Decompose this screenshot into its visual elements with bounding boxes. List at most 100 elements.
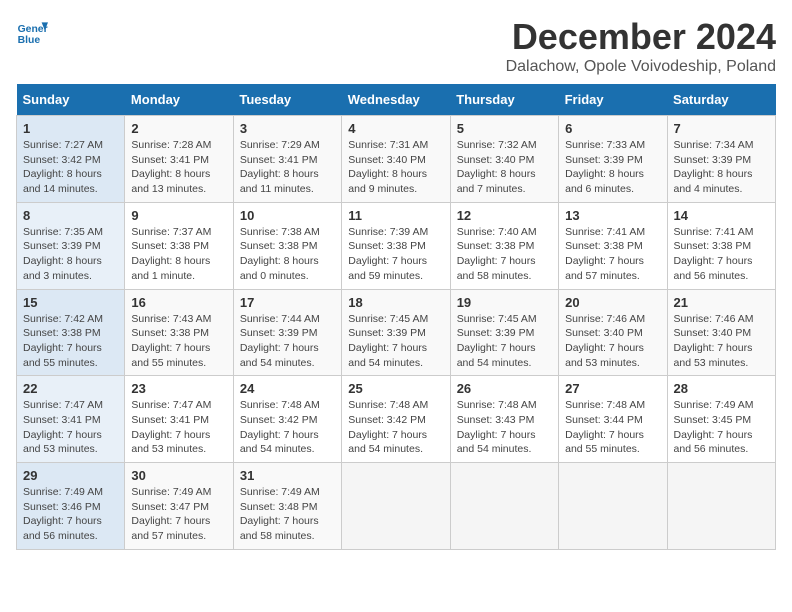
day-number: 14 [674,208,769,223]
day-number: 4 [348,121,443,136]
day-of-week-wednesday: Wednesday [342,84,450,116]
day-number: 25 [348,381,443,396]
calendar-week-5: 29 Sunrise: 7:49 AM Sunset: 3:46 PM Dayl… [17,463,776,550]
calendar-cell: 3 Sunrise: 7:29 AM Sunset: 3:41 PM Dayli… [233,116,341,203]
calendar-cell: 26 Sunrise: 7:48 AM Sunset: 3:43 PM Dayl… [450,376,558,463]
calendar-cell: 11 Sunrise: 7:39 AM Sunset: 3:38 PM Dayl… [342,202,450,289]
day-number: 12 [457,208,552,223]
svg-text:Blue: Blue [18,35,41,46]
day-number: 11 [348,208,443,223]
day-number: 6 [565,121,660,136]
day-detail: Sunrise: 7:48 AM Sunset: 3:42 PM Dayligh… [240,398,335,457]
calendar-cell: 27 Sunrise: 7:48 AM Sunset: 3:44 PM Dayl… [559,376,667,463]
logo: General Blue [16,16,48,48]
day-detail: Sunrise: 7:49 AM Sunset: 3:48 PM Dayligh… [240,485,335,544]
calendar-cell [559,463,667,550]
calendar-cell: 21 Sunrise: 7:46 AM Sunset: 3:40 PM Dayl… [667,289,775,376]
day-of-week-friday: Friday [559,84,667,116]
day-number: 1 [23,121,118,136]
calendar-cell: 28 Sunrise: 7:49 AM Sunset: 3:45 PM Dayl… [667,376,775,463]
day-detail: Sunrise: 7:44 AM Sunset: 3:39 PM Dayligh… [240,312,335,371]
calendar-body: 1 Sunrise: 7:27 AM Sunset: 3:42 PM Dayli… [17,116,776,550]
day-number: 23 [131,381,226,396]
day-number: 16 [131,295,226,310]
day-number: 22 [23,381,118,396]
day-detail: Sunrise: 7:41 AM Sunset: 3:38 PM Dayligh… [674,225,769,284]
calendar-cell: 23 Sunrise: 7:47 AM Sunset: 3:41 PM Dayl… [125,376,233,463]
calendar-cell: 30 Sunrise: 7:49 AM Sunset: 3:47 PM Dayl… [125,463,233,550]
day-detail: Sunrise: 7:37 AM Sunset: 3:38 PM Dayligh… [131,225,226,284]
day-detail: Sunrise: 7:48 AM Sunset: 3:42 PM Dayligh… [348,398,443,457]
day-of-week-tuesday: Tuesday [233,84,341,116]
calendar-cell: 8 Sunrise: 7:35 AM Sunset: 3:39 PM Dayli… [17,202,125,289]
calendar-cell: 13 Sunrise: 7:41 AM Sunset: 3:38 PM Dayl… [559,202,667,289]
logo-icon: General Blue [16,16,48,48]
calendar-cell: 25 Sunrise: 7:48 AM Sunset: 3:42 PM Dayl… [342,376,450,463]
calendar-cell: 12 Sunrise: 7:40 AM Sunset: 3:38 PM Dayl… [450,202,558,289]
days-of-week-row: SundayMondayTuesdayWednesdayThursdayFrid… [17,84,776,116]
calendar-cell: 18 Sunrise: 7:45 AM Sunset: 3:39 PM Dayl… [342,289,450,376]
calendar-cell [450,463,558,550]
calendar-cell [342,463,450,550]
day-number: 8 [23,208,118,223]
calendar-table: SundayMondayTuesdayWednesdayThursdayFrid… [16,84,776,550]
day-detail: Sunrise: 7:49 AM Sunset: 3:45 PM Dayligh… [674,398,769,457]
day-detail: Sunrise: 7:31 AM Sunset: 3:40 PM Dayligh… [348,138,443,197]
day-number: 13 [565,208,660,223]
day-number: 18 [348,295,443,310]
location-subtitle: Dalachow, Opole Voivodeship, Poland [506,58,776,76]
day-detail: Sunrise: 7:33 AM Sunset: 3:39 PM Dayligh… [565,138,660,197]
day-number: 17 [240,295,335,310]
header: General Blue December 2024 Dalachow, Opo… [16,16,776,76]
calendar-cell: 17 Sunrise: 7:44 AM Sunset: 3:39 PM Dayl… [233,289,341,376]
day-detail: Sunrise: 7:39 AM Sunset: 3:38 PM Dayligh… [348,225,443,284]
day-detail: Sunrise: 7:48 AM Sunset: 3:44 PM Dayligh… [565,398,660,457]
day-number: 21 [674,295,769,310]
day-detail: Sunrise: 7:46 AM Sunset: 3:40 PM Dayligh… [565,312,660,371]
day-of-week-sunday: Sunday [17,84,125,116]
calendar-cell: 4 Sunrise: 7:31 AM Sunset: 3:40 PM Dayli… [342,116,450,203]
calendar-cell: 31 Sunrise: 7:49 AM Sunset: 3:48 PM Dayl… [233,463,341,550]
day-number: 27 [565,381,660,396]
calendar-cell: 10 Sunrise: 7:38 AM Sunset: 3:38 PM Dayl… [233,202,341,289]
day-detail: Sunrise: 7:47 AM Sunset: 3:41 PM Dayligh… [131,398,226,457]
day-detail: Sunrise: 7:47 AM Sunset: 3:41 PM Dayligh… [23,398,118,457]
day-number: 2 [131,121,226,136]
day-number: 31 [240,468,335,483]
calendar-week-1: 1 Sunrise: 7:27 AM Sunset: 3:42 PM Dayli… [17,116,776,203]
day-detail: Sunrise: 7:34 AM Sunset: 3:39 PM Dayligh… [674,138,769,197]
day-number: 24 [240,381,335,396]
day-detail: Sunrise: 7:38 AM Sunset: 3:38 PM Dayligh… [240,225,335,284]
calendar-cell: 24 Sunrise: 7:48 AM Sunset: 3:42 PM Dayl… [233,376,341,463]
calendar-week-4: 22 Sunrise: 7:47 AM Sunset: 3:41 PM Dayl… [17,376,776,463]
day-of-week-saturday: Saturday [667,84,775,116]
calendar-cell [667,463,775,550]
calendar-cell: 14 Sunrise: 7:41 AM Sunset: 3:38 PM Dayl… [667,202,775,289]
calendar-cell: 29 Sunrise: 7:49 AM Sunset: 3:46 PM Dayl… [17,463,125,550]
day-number: 9 [131,208,226,223]
day-number: 26 [457,381,552,396]
month-title: December 2024 [506,16,776,58]
day-detail: Sunrise: 7:45 AM Sunset: 3:39 PM Dayligh… [457,312,552,371]
calendar-week-3: 15 Sunrise: 7:42 AM Sunset: 3:38 PM Dayl… [17,289,776,376]
day-detail: Sunrise: 7:40 AM Sunset: 3:38 PM Dayligh… [457,225,552,284]
day-of-week-thursday: Thursday [450,84,558,116]
day-number: 29 [23,468,118,483]
day-number: 15 [23,295,118,310]
day-number: 7 [674,121,769,136]
day-detail: Sunrise: 7:28 AM Sunset: 3:41 PM Dayligh… [131,138,226,197]
calendar-cell: 19 Sunrise: 7:45 AM Sunset: 3:39 PM Dayl… [450,289,558,376]
day-number: 5 [457,121,552,136]
day-detail: Sunrise: 7:48 AM Sunset: 3:43 PM Dayligh… [457,398,552,457]
day-detail: Sunrise: 7:42 AM Sunset: 3:38 PM Dayligh… [23,312,118,371]
day-detail: Sunrise: 7:27 AM Sunset: 3:42 PM Dayligh… [23,138,118,197]
day-detail: Sunrise: 7:32 AM Sunset: 3:40 PM Dayligh… [457,138,552,197]
day-of-week-monday: Monday [125,84,233,116]
day-number: 10 [240,208,335,223]
title-section: December 2024 Dalachow, Opole Voivodeshi… [506,16,776,76]
calendar-cell: 7 Sunrise: 7:34 AM Sunset: 3:39 PM Dayli… [667,116,775,203]
calendar-cell: 5 Sunrise: 7:32 AM Sunset: 3:40 PM Dayli… [450,116,558,203]
day-detail: Sunrise: 7:43 AM Sunset: 3:38 PM Dayligh… [131,312,226,371]
day-number: 20 [565,295,660,310]
day-detail: Sunrise: 7:45 AM Sunset: 3:39 PM Dayligh… [348,312,443,371]
